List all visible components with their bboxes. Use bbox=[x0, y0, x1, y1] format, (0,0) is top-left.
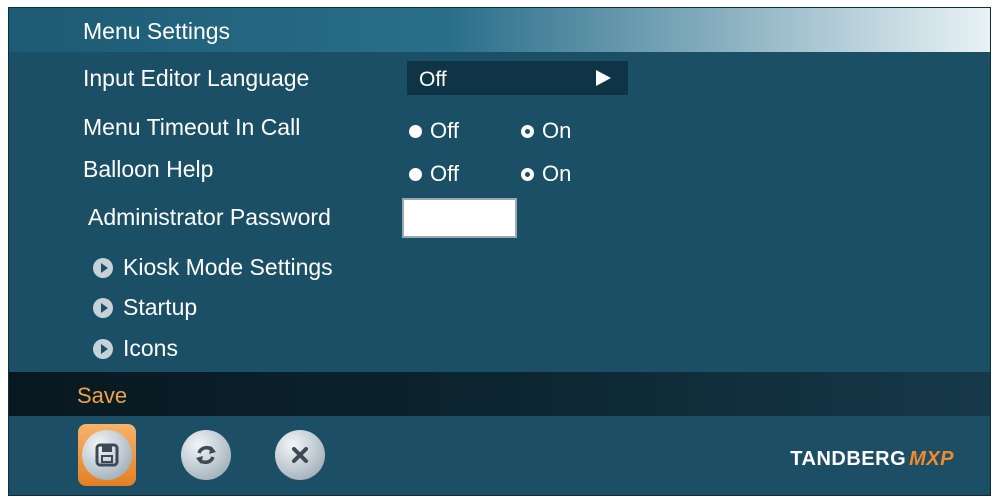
radio-selected-icon bbox=[521, 167, 534, 181]
close-icon bbox=[292, 447, 308, 463]
submenu-startup[interactable]: Startup bbox=[93, 294, 197, 321]
balloon-help-off-label: Off bbox=[430, 161, 459, 186]
radio-unselected-icon bbox=[409, 124, 422, 138]
input-editor-language-value: Off bbox=[419, 68, 447, 91]
page-title: Menu Settings bbox=[83, 18, 231, 44]
input-editor-language-select[interactable]: Off bbox=[407, 61, 628, 95]
balloon-help-label: Balloon Help bbox=[83, 156, 214, 182]
save-button[interactable] bbox=[82, 430, 132, 480]
balloon-help-off-radio[interactable]: Off bbox=[409, 161, 459, 187]
logo-model: MXP bbox=[909, 448, 954, 470]
admin-password-input[interactable] bbox=[402, 198, 517, 238]
submenu-kiosk-mode-settings[interactable]: Kiosk Mode Settings bbox=[93, 254, 333, 281]
status-bar: Save bbox=[9, 372, 990, 416]
logo-brand: TANDBERG bbox=[790, 448, 907, 470]
balloon-help-on-radio[interactable]: On bbox=[521, 161, 571, 187]
menu-timeout-off-label: Off bbox=[430, 118, 459, 143]
radio-selected-icon bbox=[521, 124, 534, 138]
submenu-label: Startup bbox=[123, 294, 198, 320]
menu-timeout-off-radio[interactable]: Off bbox=[409, 118, 459, 144]
submenu-label: Icons bbox=[123, 335, 178, 361]
cancel-button[interactable] bbox=[275, 430, 325, 480]
menu-timeout-on-radio[interactable]: On bbox=[521, 118, 571, 144]
balloon-help-on-label: On bbox=[542, 161, 572, 186]
refresh-icon bbox=[196, 446, 216, 464]
radio-unselected-icon bbox=[409, 167, 422, 181]
play-circle-icon bbox=[93, 297, 113, 318]
tandberg-logo: TANDBERG MXP bbox=[790, 448, 954, 471]
floppy-disk-icon bbox=[95, 443, 119, 467]
submenu-label: Kiosk Mode Settings bbox=[123, 254, 333, 280]
input-editor-language-label: Input Editor Language bbox=[83, 65, 310, 91]
menu-timeout-on-label: On bbox=[542, 118, 572, 143]
submenu-icons[interactable]: Icons bbox=[93, 335, 178, 362]
title-bar: Menu Settings bbox=[9, 8, 990, 52]
status-text: Save bbox=[77, 383, 128, 408]
play-circle-icon bbox=[93, 257, 113, 278]
menu-settings-window: Menu Settings Input Editor Language Off … bbox=[8, 7, 991, 496]
play-circle-icon bbox=[93, 338, 113, 359]
arrow-right-icon bbox=[596, 70, 611, 86]
admin-password-label: Administrator Password bbox=[88, 204, 331, 230]
toolbar: TANDBERG MXP bbox=[9, 416, 990, 495]
refresh-button[interactable] bbox=[181, 430, 231, 480]
menu-timeout-label: Menu Timeout In Call bbox=[83, 114, 301, 140]
